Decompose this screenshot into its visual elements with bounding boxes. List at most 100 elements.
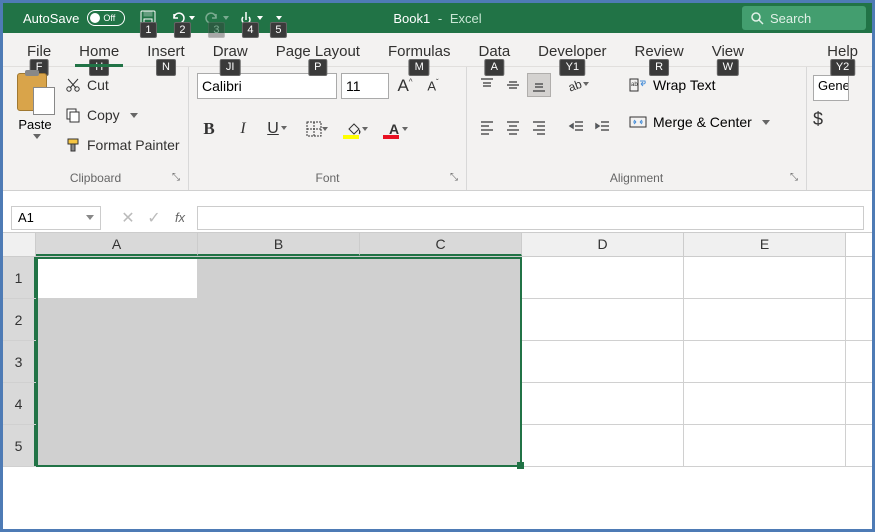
cell[interactable] [198,341,360,382]
row-header-2[interactable]: 2 [3,299,36,340]
shrink-font-button[interactable]: Aˇ [421,74,445,98]
cell[interactable] [684,341,846,382]
save-button[interactable]: 1 [133,4,163,32]
grow-font-button[interactable]: A^ [393,74,417,98]
tab-help[interactable]: HelpY2 [813,37,872,66]
dialog-launcher[interactable]: ⤡ [450,170,458,186]
align-top-button[interactable] [475,73,499,97]
keytip: 1 [140,22,156,38]
align-right-button[interactable] [527,115,551,139]
dialog-launcher[interactable]: ⤡ [172,170,180,186]
tab-review[interactable]: ReviewR [621,37,698,66]
cell[interactable] [522,425,684,466]
row-header-4[interactable]: 4 [3,383,36,424]
font-color-button[interactable]: A [379,117,409,141]
col-header-E[interactable]: E [684,233,846,256]
tab-page-layout[interactable]: Page LayoutP [262,37,374,66]
tab-draw[interactable]: DrawJI [199,37,262,66]
cell[interactable] [522,383,684,424]
name-box[interactable]: A1 [11,206,101,230]
select-all-corner[interactable] [3,233,36,256]
svg-text:ab: ab [631,82,638,88]
accounting-format-button[interactable]: $ [813,101,849,130]
format-painter-button[interactable]: Format Painter [65,133,180,157]
tab-file[interactable]: FileF [13,37,65,66]
decrease-indent-button[interactable] [565,115,589,139]
col-header-B[interactable]: B [198,233,360,256]
cell[interactable] [522,299,684,340]
undo-button[interactable]: 2 [167,4,197,32]
search-box[interactable]: Search [742,6,866,30]
cell[interactable] [684,257,846,298]
cell[interactable] [198,425,360,466]
col-header-D[interactable]: D [522,233,684,256]
cell[interactable] [198,257,360,298]
keytip: Y1 [560,59,585,76]
cell[interactable] [360,383,522,424]
number-format-select[interactable]: General [813,75,849,101]
align-middle-button[interactable] [501,73,525,97]
cell[interactable] [36,425,198,466]
tab-home[interactable]: HomeH [65,37,133,66]
bold-button[interactable]: B [197,117,221,141]
cell[interactable] [198,383,360,424]
row-header-1[interactable]: 1 [3,257,36,298]
orientation-button[interactable]: ab [565,73,589,97]
cell[interactable] [360,257,522,298]
cell[interactable] [36,383,198,424]
paste-icon [15,71,55,115]
search-placeholder: Search [770,11,811,26]
brush-icon [65,137,81,153]
keytip: A [485,59,504,76]
borders-button[interactable] [299,117,329,141]
cell[interactable] [360,341,522,382]
font-size-select[interactable] [341,73,389,99]
cell[interactable] [36,341,198,382]
cell[interactable] [198,299,360,340]
align-left-button[interactable] [475,115,499,139]
fill-color-button[interactable] [339,117,369,141]
tab-insert[interactable]: InsertN [133,37,199,66]
cell[interactable] [36,299,198,340]
tab-data[interactable]: DataA [464,37,524,66]
cell[interactable] [684,425,846,466]
group-font: A^ Aˇ B I U A [189,67,467,190]
enter-formula-button[interactable]: ✓ [141,206,167,230]
group-alignment: ab ab Wrap Text Merge & C [467,67,807,190]
qat-customize-button[interactable]: 5 [269,4,287,32]
tab-view[interactable]: ViewW [698,37,758,66]
cell[interactable] [522,341,684,382]
col-header-A[interactable]: A [36,233,198,256]
autosave-toggle[interactable]: Off [87,10,125,26]
insert-function-button[interactable]: fx [167,206,193,230]
copy-button[interactable]: Copy [65,103,180,127]
formula-input[interactable] [197,206,864,230]
row-header-3[interactable]: 3 [3,341,36,382]
align-center-button[interactable] [501,115,525,139]
paste-button[interactable]: Paste [11,71,59,139]
merge-center-button[interactable]: Merge & Center [629,103,770,127]
cell[interactable] [522,257,684,298]
italic-button[interactable]: I [231,117,255,141]
increase-indent-button[interactable] [591,115,615,139]
wrap-text-button[interactable]: ab Wrap Text [629,73,770,97]
touch-mode-button[interactable]: 4 [235,4,265,32]
cell[interactable] [36,257,198,298]
redo-button[interactable]: 3 [201,4,231,32]
cell[interactable] [360,425,522,466]
dialog-launcher[interactable]: ⤡ [790,170,798,186]
cancel-formula-button[interactable]: ✕ [115,206,141,230]
align-bottom-button[interactable] [527,73,551,97]
row-header-5[interactable]: 5 [3,425,36,466]
spreadsheet-grid[interactable]: A B C D E 1 2 3 4 5 [3,233,872,467]
cell[interactable] [684,383,846,424]
wrap-icon: ab [629,76,647,94]
underline-button[interactable]: U [265,117,289,141]
cell[interactable] [360,299,522,340]
tab-developer[interactable]: DeveloperY1 [524,37,620,66]
font-name-select[interactable] [197,73,337,99]
col-header-C[interactable]: C [360,233,522,256]
cut-button[interactable]: Cut [65,73,180,97]
cell[interactable] [684,299,846,340]
tab-formulas[interactable]: FormulasM [374,37,465,66]
